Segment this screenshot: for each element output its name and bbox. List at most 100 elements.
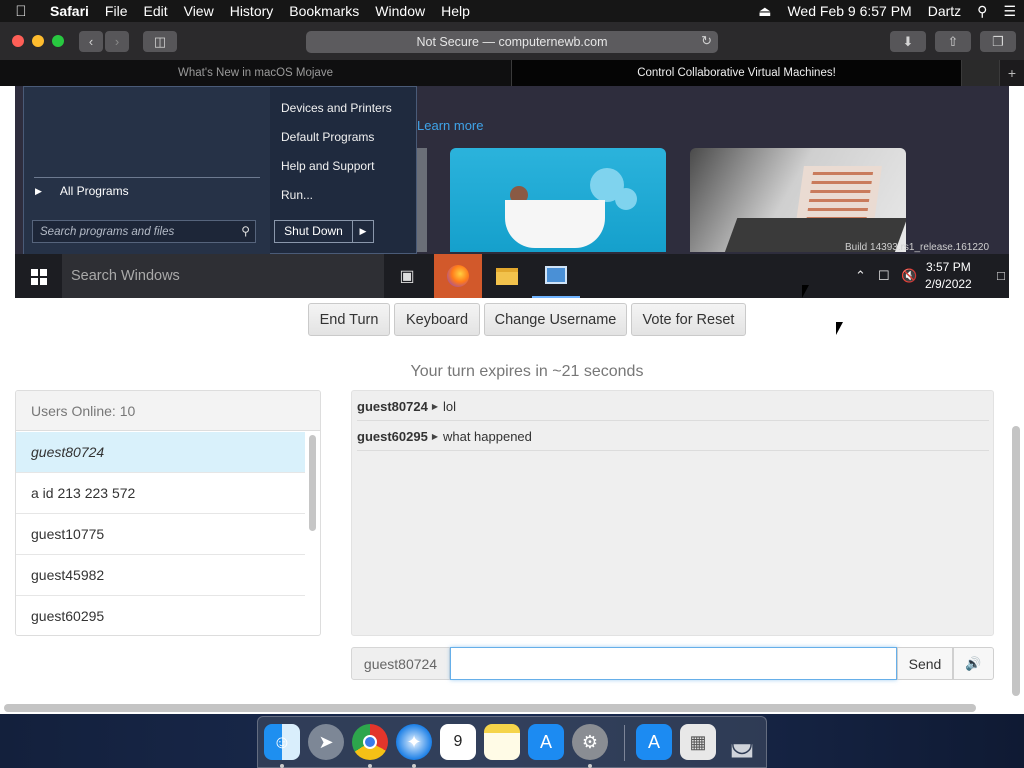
task-view-icon[interactable]: ▣ bbox=[383, 254, 431, 298]
page-vertical-scrollbar[interactable] bbox=[1012, 426, 1020, 696]
dock-running-indicator bbox=[588, 764, 592, 768]
tab-whats-new[interactable]: What's New in macOS Mojave bbox=[0, 60, 512, 86]
vm-desktop[interactable]: Learn more Build 14393.rs1_release.16122… bbox=[15, 86, 1009, 255]
zoom-window-button[interactable] bbox=[52, 35, 64, 47]
safari-icon[interactable]: ✦ bbox=[396, 724, 432, 760]
calendar-icon[interactable]: 9 bbox=[440, 724, 476, 760]
spotlight-search-icon[interactable]: ⚲ bbox=[969, 3, 995, 20]
triangle-right-icon: ▶ bbox=[431, 431, 438, 441]
chat-message-user[interactable]: guest60295 bbox=[357, 429, 428, 444]
user-list-item[interactable]: guest45982 bbox=[16, 555, 305, 596]
user-list-item[interactable]: guest60295 bbox=[16, 596, 305, 635]
share-icon[interactable]: ⇧ bbox=[935, 31, 971, 52]
safari-toolbar: ‹ › ◫ Not Secure — computernewb.com ↻ ⬇ … bbox=[0, 22, 1024, 60]
dock-running-indicator bbox=[412, 764, 416, 768]
vote-for-reset-button[interactable]: Vote for Reset bbox=[631, 303, 746, 336]
vm-screen[interactable]: Learn more Build 14393.rs1_release.16122… bbox=[15, 86, 1009, 298]
turn-timer-message: Your turn expires in ~21 seconds bbox=[410, 363, 644, 380]
menu-file[interactable]: File bbox=[97, 3, 136, 19]
forward-button[interactable]: › bbox=[105, 31, 129, 52]
firefox-icon[interactable] bbox=[434, 254, 482, 298]
user-list-item[interactable]: guest10775 bbox=[16, 514, 305, 555]
start-menu-divider bbox=[34, 177, 260, 178]
send-button[interactable]: Send bbox=[897, 647, 953, 680]
menu-help[interactable]: Help bbox=[433, 3, 478, 19]
windows-start-icon[interactable] bbox=[31, 269, 47, 285]
shutdown-label: Shut Down bbox=[275, 221, 353, 242]
reload-icon[interactable]: ↻ bbox=[701, 33, 712, 49]
eject-icon[interactable]: ⏏ bbox=[750, 3, 779, 20]
network-icon[interactable]: ☐ bbox=[878, 268, 890, 284]
start-menu-links-pane: Devices and Printers Default Programs He… bbox=[270, 87, 417, 255]
menu-bookmarks[interactable]: Bookmarks bbox=[281, 3, 367, 19]
back-button[interactable]: ‹ bbox=[79, 31, 103, 52]
users-panel: Users Online: 10 guest80724 a id 213 223… bbox=[15, 390, 321, 636]
taskbar-clock[interactable]: 3:57 PM 2/9/2022 bbox=[925, 259, 972, 293]
dock-running-indicator bbox=[280, 764, 284, 768]
new-tab-button[interactable]: + bbox=[1000, 60, 1024, 86]
downloads-icon[interactable]: ⬇ bbox=[890, 31, 926, 52]
menu-edit[interactable]: Edit bbox=[135, 3, 175, 19]
mouse-cursor-icon bbox=[802, 285, 809, 298]
chrome-icon[interactable] bbox=[352, 724, 388, 760]
tab-collab-vm[interactable]: Control Collaborative Virtual Machines! bbox=[512, 60, 962, 86]
document-icon[interactable]: ▦ bbox=[680, 724, 716, 760]
sidebar-toggle-icon[interactable]: ◫ bbox=[143, 31, 177, 52]
learn-more-link[interactable]: Learn more bbox=[417, 118, 483, 133]
run-item[interactable]: Run... bbox=[281, 188, 313, 202]
notes-icon[interactable] bbox=[484, 724, 520, 760]
chat-username-label: guest80724 bbox=[351, 647, 450, 680]
vm-laptop-image[interactable] bbox=[690, 148, 906, 252]
shutdown-button[interactable]: Shut Down ▶ bbox=[274, 220, 374, 243]
notification-center-icon[interactable]: ☰ bbox=[995, 3, 1024, 20]
taskbar-time: 3:57 PM bbox=[926, 260, 971, 274]
finder-icon[interactable]: ☺ bbox=[264, 724, 300, 760]
system-preferences-icon[interactable]: ⚙ bbox=[572, 724, 608, 760]
devices-and-printers-item[interactable]: Devices and Printers bbox=[281, 101, 392, 115]
app-store-downloads-icon[interactable]: A bbox=[636, 724, 672, 760]
volume-muted-icon[interactable]: 🔇 bbox=[901, 268, 917, 284]
file-explorer-icon[interactable] bbox=[483, 254, 531, 298]
address-bar[interactable]: Not Secure — computernewb.com ↻ bbox=[306, 31, 718, 53]
menu-app-name[interactable]: Safari bbox=[42, 3, 97, 19]
tray-chevron-up-icon[interactable]: ⌃ bbox=[855, 268, 866, 284]
user-list-item[interactable]: guest80724 bbox=[16, 432, 305, 473]
change-username-button[interactable]: Change Username bbox=[484, 303, 627, 336]
remote-app-icon[interactable] bbox=[532, 254, 580, 298]
start-search-input[interactable]: Search programs and files ⚲ bbox=[32, 220, 256, 243]
triangle-right-icon: ▶ bbox=[35, 185, 42, 196]
menu-history[interactable]: History bbox=[222, 3, 282, 19]
sound-toggle-icon[interactable]: 🔊 bbox=[953, 647, 994, 680]
default-programs-item[interactable]: Default Programs bbox=[281, 130, 374, 144]
apple-icon[interactable]:  bbox=[0, 3, 42, 20]
chat-panel: guest80724 ▶ lol guest60295 ▶ what happe… bbox=[351, 390, 994, 636]
windows-search-box[interactable]: Search Windows bbox=[62, 254, 384, 298]
keyboard-button[interactable]: Keyboard bbox=[394, 303, 480, 336]
minimize-window-button[interactable] bbox=[32, 35, 44, 47]
users-online-header: Users Online: 10 bbox=[16, 391, 320, 431]
close-window-button[interactable] bbox=[12, 35, 24, 47]
app-store-icon[interactable]: A bbox=[528, 724, 564, 760]
trash-icon[interactable]: ◛ bbox=[724, 724, 760, 760]
dock-separator bbox=[624, 725, 625, 761]
end-turn-button[interactable]: End Turn bbox=[308, 303, 390, 336]
all-programs-button[interactable]: ▶ All Programs bbox=[35, 184, 129, 198]
vm-bathtub-image[interactable] bbox=[450, 148, 666, 252]
help-and-support-item[interactable]: Help and Support bbox=[281, 159, 374, 173]
launchpad-icon[interactable]: ➤ bbox=[308, 724, 344, 760]
chat-message-text: what happened bbox=[442, 428, 532, 444]
menubar-user[interactable]: Dartz bbox=[920, 3, 969, 19]
search-icon: ⚲ bbox=[241, 224, 250, 238]
windows-build-text: Build 14393.rs1_release.161220 bbox=[845, 242, 989, 253]
menu-view[interactable]: View bbox=[176, 3, 222, 19]
shutdown-options-arrow-icon[interactable]: ▶ bbox=[353, 226, 373, 237]
menubar-datetime[interactable]: Wed Feb 9 6:57 PM bbox=[779, 3, 919, 19]
chat-message-user[interactable]: guest80724 bbox=[357, 399, 428, 414]
menu-window[interactable]: Window bbox=[367, 3, 433, 19]
users-scrollbar[interactable] bbox=[309, 435, 316, 531]
action-center-icon[interactable]: □ bbox=[997, 268, 1005, 283]
tab-overview-icon[interactable]: ❐ bbox=[980, 31, 1016, 52]
user-list-item[interactable]: a id 213 223 572 bbox=[16, 473, 305, 514]
page-horizontal-scrollbar[interactable] bbox=[4, 704, 976, 712]
chat-input[interactable] bbox=[450, 647, 897, 680]
